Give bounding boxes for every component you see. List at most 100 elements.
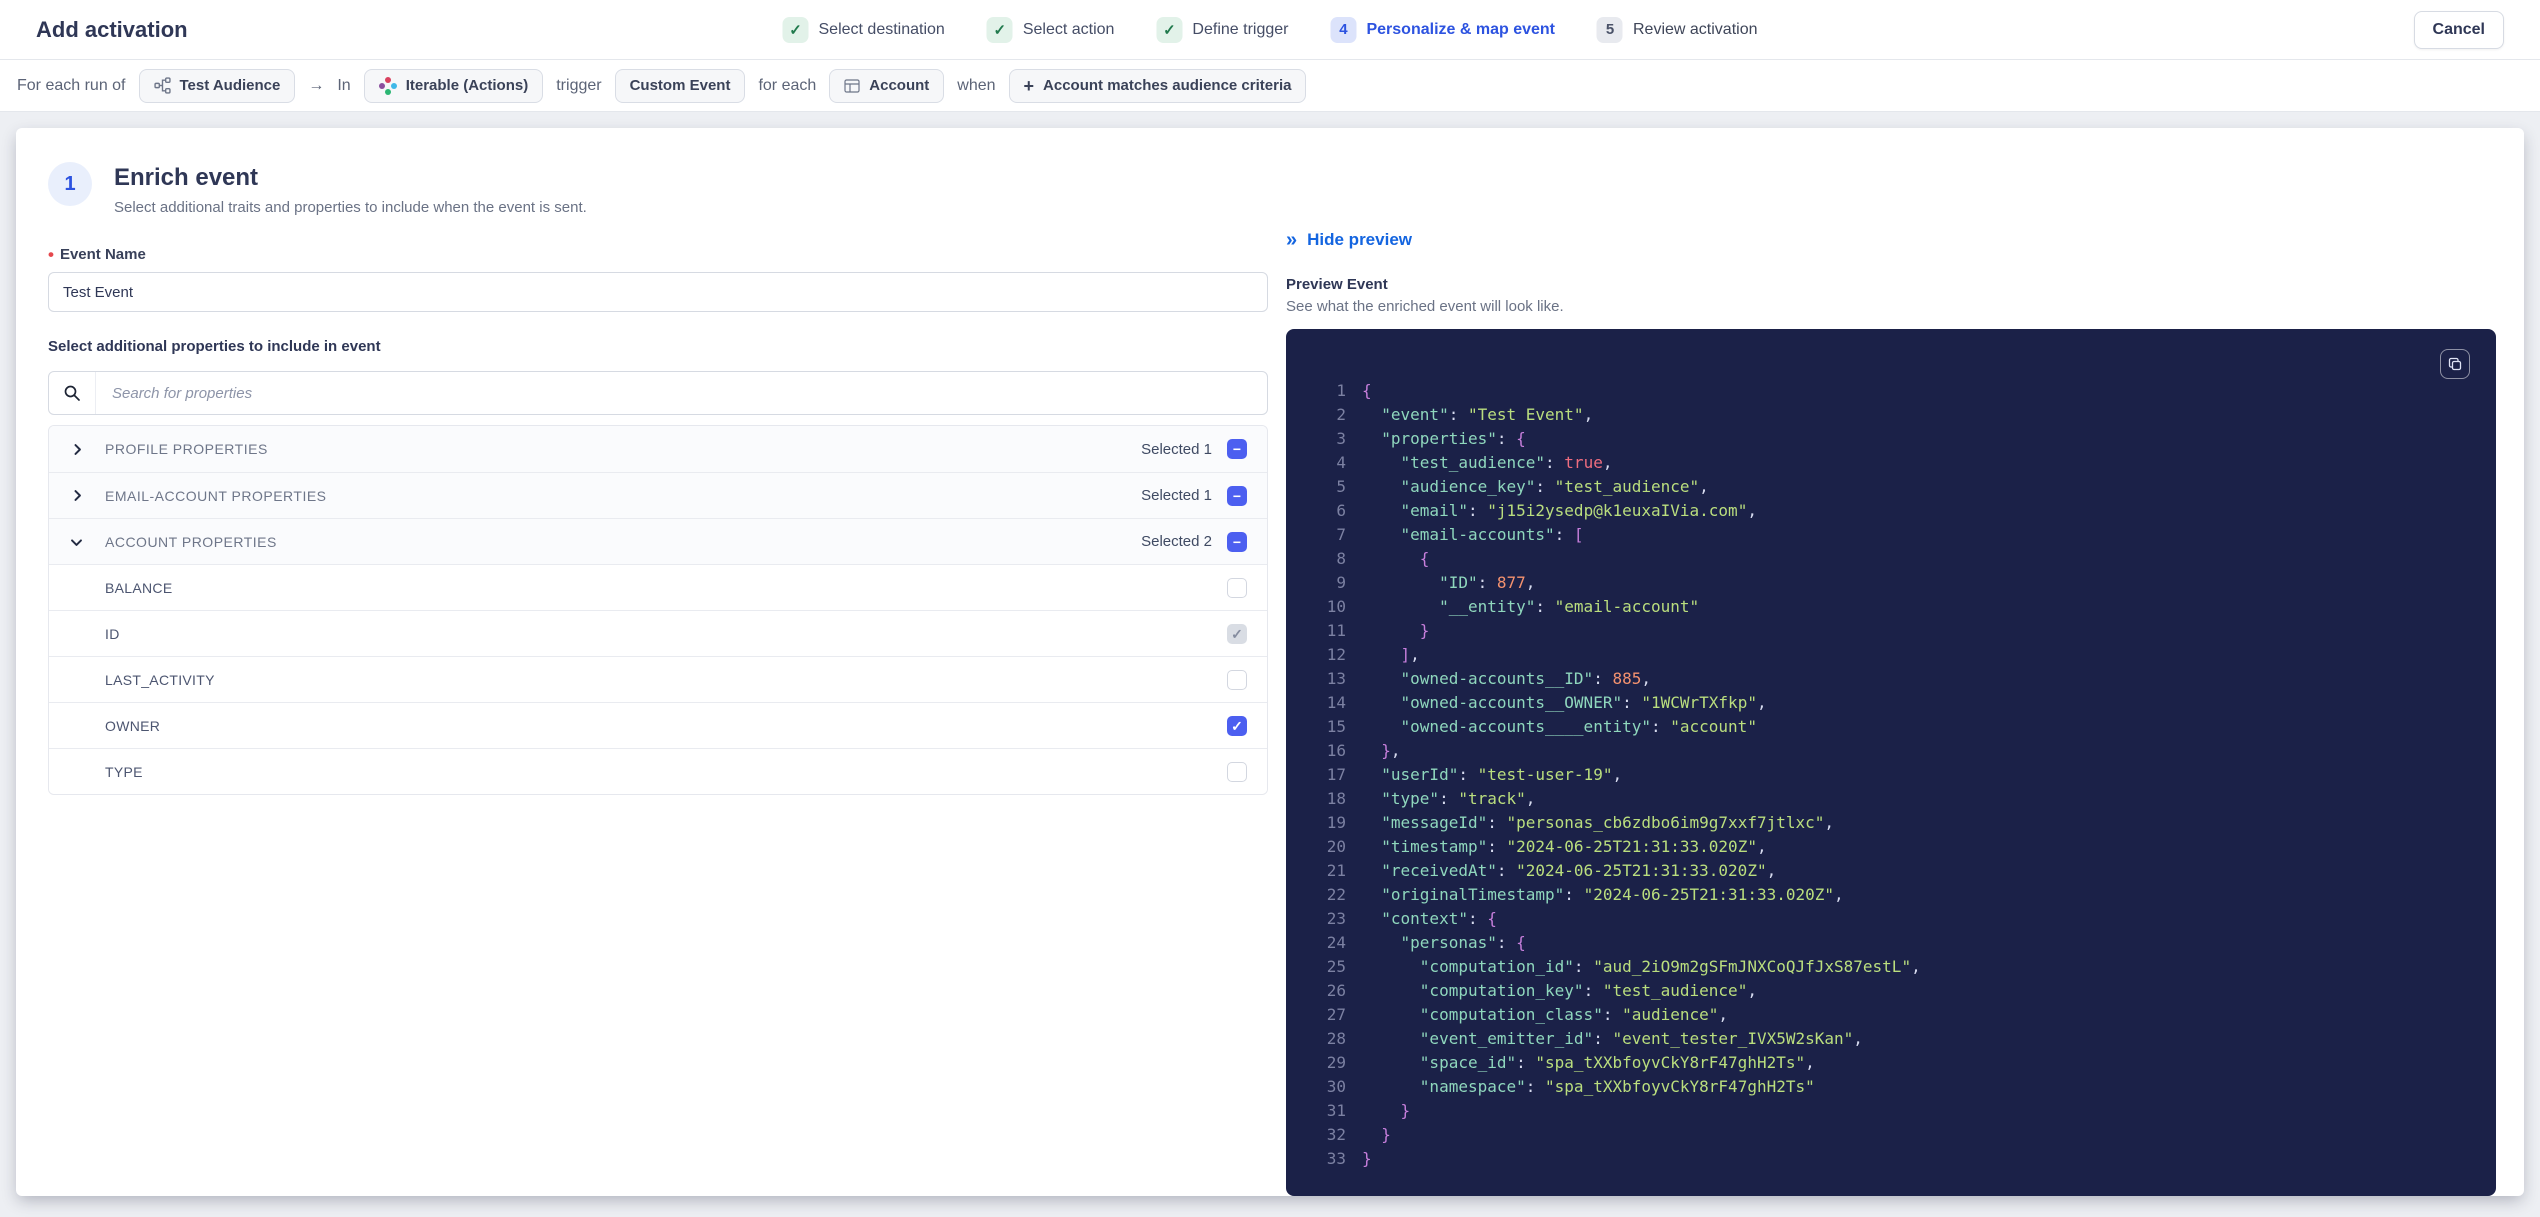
code-text: } bbox=[1400, 1101, 1411, 1120]
line-number: 16 bbox=[1326, 741, 1346, 760]
code-text: "owned-accounts____entity": "account" bbox=[1400, 717, 1757, 736]
code-text: { bbox=[1362, 381, 1372, 400]
chip-iterable-actions[interactable]: Iterable (Actions) bbox=[363, 68, 544, 103]
code-line: 27 "computation_class": "audience", bbox=[1314, 1003, 2472, 1027]
step-review-activation[interactable]: 5 Review activation bbox=[1596, 16, 1757, 43]
property-row[interactable]: ID ✓ bbox=[49, 610, 1267, 656]
property-group-row[interactable]: EMAIL-ACCOUNT PROPERTIES Selected 1− bbox=[49, 472, 1267, 518]
row-right: ✓ bbox=[1227, 715, 1247, 736]
code-text: "receivedAt": "2024-06-25T21:31:33.020Z"… bbox=[1381, 861, 1777, 880]
code-line: 8 { bbox=[1314, 547, 2472, 571]
chip-label: Account matches audience criteria bbox=[1043, 77, 1292, 94]
chip-custom-event[interactable]: Custom Event bbox=[614, 68, 746, 103]
line-number: 7 bbox=[1336, 525, 1346, 544]
line-number: 25 bbox=[1326, 957, 1346, 976]
event-name-input[interactable] bbox=[48, 272, 1268, 312]
context-text: when bbox=[957, 76, 996, 94]
preview-title: Preview Event bbox=[1286, 276, 1388, 293]
code-line: 25 "computation_id": "aud_2iO9m2gSFmJNXC… bbox=[1314, 955, 2472, 979]
code-line: 16 }, bbox=[1314, 739, 2472, 763]
code-line: 6 "email": "j15i2ysedp@k1euxaIVia.com", bbox=[1314, 499, 2472, 523]
code-text: } bbox=[1381, 1125, 1391, 1144]
chip-test-audience[interactable]: Test Audience bbox=[138, 68, 296, 103]
step-label: Select destination bbox=[818, 20, 945, 38]
step-define-trigger[interactable]: ✓ Define trigger bbox=[1156, 16, 1289, 43]
section-subtitle: Select additional traits and properties … bbox=[114, 199, 587, 216]
step-select-action[interactable]: ✓ Select action bbox=[986, 16, 1114, 43]
property-row[interactable]: BALANCE bbox=[49, 564, 1267, 610]
event-name-label-row: • Event Name bbox=[48, 246, 1268, 263]
checkbox[interactable]: − bbox=[1227, 439, 1247, 459]
stepper: ✓ Select destination ✓ Select action ✓ Define… bbox=[782, 16, 1757, 43]
checkbox[interactable] bbox=[1227, 761, 1247, 782]
selected-count: Selected 1 bbox=[1141, 440, 1212, 458]
search-input[interactable] bbox=[96, 372, 1267, 414]
code-line: 33} bbox=[1314, 1147, 2472, 1171]
code-text: "ID": 877, bbox=[1439, 573, 1536, 592]
property-label: OWNER bbox=[105, 717, 161, 734]
checkbox[interactable]: ✓ bbox=[1227, 715, 1247, 736]
code-text: "email-accounts": [ bbox=[1400, 525, 1584, 544]
property-row[interactable]: OWNER ✓ bbox=[49, 702, 1267, 748]
plus-icon: + bbox=[1023, 75, 1035, 96]
context-text: trigger bbox=[556, 76, 602, 94]
line-number: 30 bbox=[1326, 1077, 1346, 1096]
line-number: 1 bbox=[1336, 381, 1346, 400]
property-group-label: ACCOUNT PROPERTIES bbox=[105, 533, 277, 550]
line-number: 8 bbox=[1336, 549, 1346, 568]
code-text: "event_emitter_id": "event_tester_IVX5W2… bbox=[1419, 1029, 1863, 1048]
code-text: "owned-accounts__ID": 885, bbox=[1400, 669, 1651, 688]
code-text: "userId": "test-user-19", bbox=[1381, 765, 1623, 784]
property-group-label: EMAIL-ACCOUNT PROPERTIES bbox=[105, 487, 327, 504]
code-text: "context": { bbox=[1381, 909, 1497, 928]
code-line: 26 "computation_key": "test_audience", bbox=[1314, 979, 2472, 1003]
property-row[interactable]: TYPE bbox=[49, 748, 1267, 794]
section-heading: 1 Enrich event Select additional traits … bbox=[48, 162, 1268, 216]
code-text: }, bbox=[1381, 741, 1401, 760]
checkbox[interactable]: − bbox=[1227, 485, 1247, 506]
line-number: 18 bbox=[1326, 789, 1346, 808]
chip-account[interactable]: Account bbox=[829, 68, 945, 103]
code-line: 9 "ID": 877, bbox=[1314, 571, 2472, 595]
checkbox[interactable] bbox=[1227, 669, 1247, 690]
property-group-row[interactable]: PROFILE PROPERTIES Selected 1− bbox=[49, 426, 1267, 472]
context-text: → bbox=[308, 76, 325, 94]
copy-icon bbox=[2447, 356, 2463, 372]
property-row[interactable]: LAST_ACTIVITY bbox=[49, 656, 1267, 702]
properties-label: Select additional properties to include … bbox=[48, 338, 381, 355]
copy-button[interactable] bbox=[2440, 349, 2470, 379]
checkbox[interactable] bbox=[1227, 577, 1247, 598]
code-text: ], bbox=[1400, 645, 1420, 664]
hide-preview-link[interactable]: » Hide preview bbox=[1286, 230, 1412, 250]
checkbox[interactable]: − bbox=[1227, 531, 1247, 552]
code-line: 31 } bbox=[1314, 1099, 2472, 1123]
property-group-row[interactable]: ACCOUNT PROPERTIES Selected 2− bbox=[49, 518, 1267, 564]
code-line: 10 "__entity": "email-account" bbox=[1314, 595, 2472, 619]
chip-label: Account bbox=[869, 77, 930, 94]
line-number: 4 bbox=[1336, 453, 1346, 472]
chip-account-matches-audience-criteria[interactable]: + Account matches audience criteria bbox=[1008, 68, 1307, 103]
code-lines: 1{2 "event": "Test Event", 3 "properties"… bbox=[1314, 379, 2472, 1171]
step-personalize-map-event[interactable]: 4 Personalize & map event bbox=[1330, 16, 1555, 43]
step-label: Define trigger bbox=[1192, 20, 1289, 38]
step-number-badge: 1 bbox=[48, 162, 92, 206]
code-line: 20 "timestamp": "2024-06-25T21:31:33.020… bbox=[1314, 835, 2472, 859]
line-number: 11 bbox=[1326, 621, 1346, 640]
code-line: 18 "type": "track", bbox=[1314, 787, 2472, 811]
preview-section: » Hide preview Preview Event See what th… bbox=[1286, 162, 2496, 1196]
step-select-destination[interactable]: ✓ Select destination bbox=[782, 16, 945, 43]
code-line: 13 "owned-accounts__ID": 885, bbox=[1314, 667, 2472, 691]
cancel-button[interactable]: Cancel bbox=[2413, 10, 2504, 49]
step-number: 4 bbox=[1330, 16, 1357, 43]
enrich-event-section: 1 Enrich event Select additional traits … bbox=[48, 162, 1268, 1196]
checkbox[interactable]: ✓ bbox=[1227, 623, 1247, 644]
row-right bbox=[1227, 669, 1247, 690]
row-right: Selected 1− bbox=[1141, 485, 1247, 506]
row-right: Selected 2− bbox=[1141, 531, 1247, 552]
code-text: "timestamp": "2024-06-25T21:31:33.020Z", bbox=[1381, 837, 1767, 856]
code-text: "type": "track", bbox=[1381, 789, 1536, 808]
code-line: 5 "audience_key": "test_audience", bbox=[1314, 475, 2472, 499]
line-number: 26 bbox=[1326, 981, 1346, 1000]
context-bar: For each run of Test Audience → In Iterable … bbox=[0, 60, 2540, 112]
line-number: 10 bbox=[1326, 597, 1346, 616]
